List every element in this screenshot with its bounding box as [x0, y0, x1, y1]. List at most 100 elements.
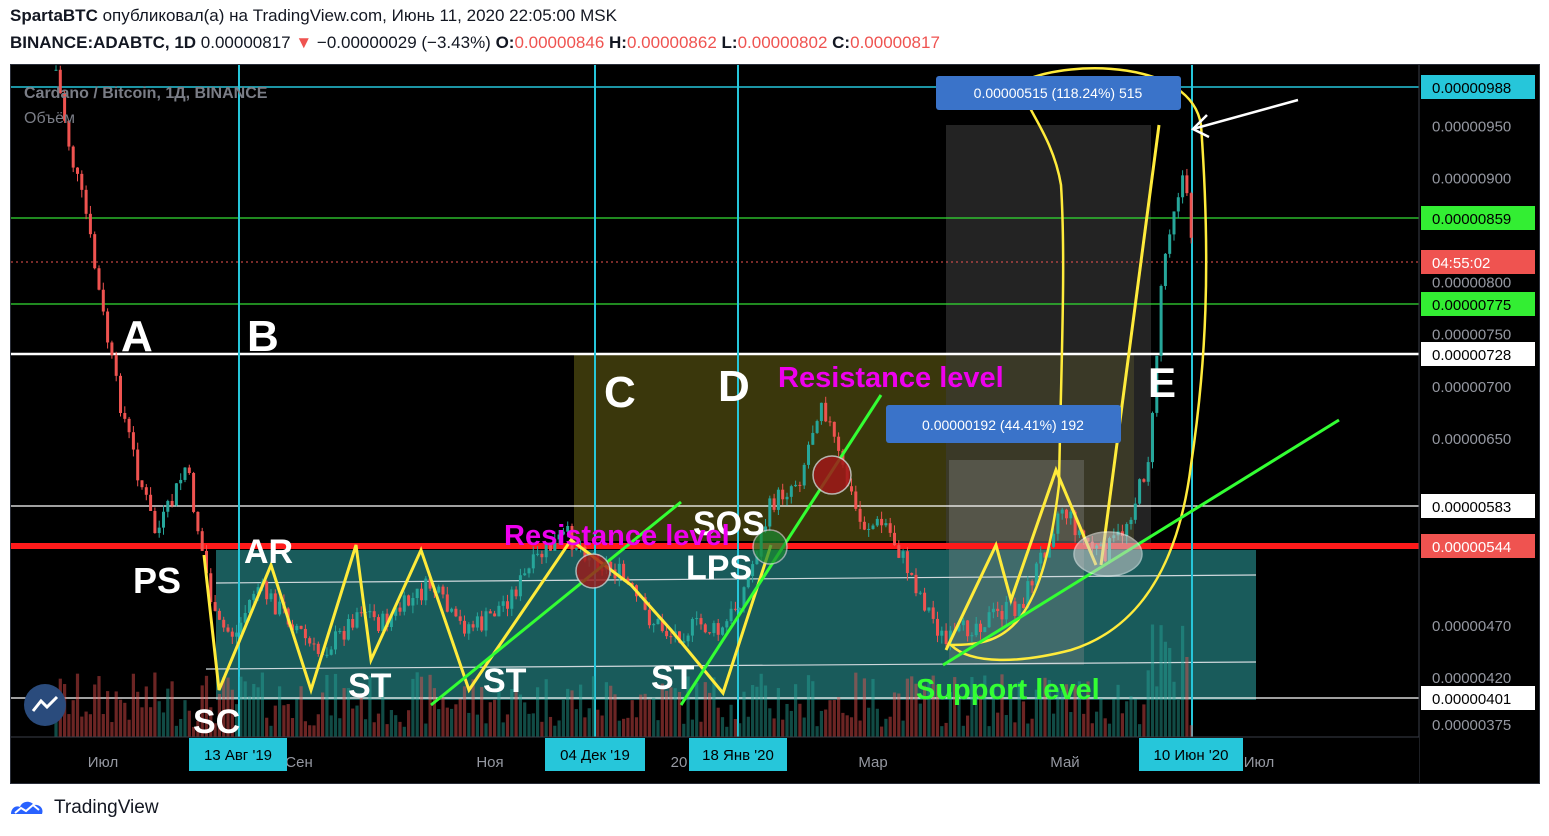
- volume-bar: [781, 719, 785, 737]
- volume-bar: [828, 700, 832, 737]
- volume-bar: [1159, 625, 1163, 737]
- volume-bar: [265, 717, 269, 737]
- volume-bar: [316, 714, 320, 737]
- tradingview-logo-icon[interactable]: [8, 796, 46, 820]
- volume-bar: [665, 690, 669, 737]
- candle-body: [970, 635, 974, 637]
- volume-bar: [695, 682, 699, 737]
- symbol-label[interactable]: BINANCE:ADABTC, 1D: [10, 33, 196, 52]
- candle-body: [402, 595, 406, 612]
- candle-body: [622, 563, 626, 579]
- volume-bar: [372, 722, 376, 737]
- volume-bar: [574, 709, 578, 737]
- candle-body: [140, 480, 144, 488]
- volume-bar: [785, 703, 789, 737]
- candle-body: [110, 342, 114, 356]
- candle-body: [1159, 285, 1163, 356]
- volume-bar: [1138, 724, 1142, 737]
- close-value: 0.00000817: [850, 33, 940, 52]
- volume-bar: [811, 681, 815, 737]
- volume-bar: [583, 717, 587, 737]
- volume-bar: [441, 697, 445, 737]
- candle-body: [174, 483, 178, 506]
- candle-body: [721, 627, 724, 635]
- volume-bar: [742, 691, 746, 737]
- price-tick-9: 0.00000375: [1432, 717, 1511, 734]
- measure-label-1: 0.00000515 (118.24%) 515: [974, 85, 1143, 101]
- candle-body: [1185, 175, 1189, 194]
- chart-legend-title: Cardano / Bitcoin, 1Д, BINANCE: [24, 85, 268, 102]
- candle-body: [106, 311, 110, 343]
- footer-brand[interactable]: TradingView: [54, 797, 159, 819]
- time-tick-nov: Ноя: [476, 754, 503, 771]
- candle-body: [789, 486, 793, 497]
- volume-bar: [798, 703, 802, 737]
- label-c: C: [604, 368, 636, 417]
- candle-body: [441, 586, 445, 595]
- volume-bar: [789, 710, 793, 737]
- candle-body: [187, 467, 191, 474]
- candle-body: [669, 636, 673, 638]
- author-name[interactable]: SpartaBTC: [10, 6, 98, 25]
- candle-body: [884, 523, 888, 526]
- price-tag-5: 0.00000583: [1432, 499, 1511, 516]
- volume-bar: [338, 718, 342, 737]
- volume-bar: [432, 688, 436, 737]
- volume-bar: [402, 726, 406, 737]
- volume-bar: [149, 707, 153, 737]
- candle-body: [1022, 603, 1025, 608]
- candle-body: [1060, 509, 1064, 514]
- volume-bar: [385, 724, 389, 737]
- last-price: 0.00000817: [200, 33, 291, 52]
- candle-body: [510, 589, 514, 609]
- volume-bar: [527, 713, 531, 737]
- volume-bar: [282, 705, 286, 737]
- candle-body: [974, 623, 978, 636]
- candle-body: [1065, 509, 1068, 519]
- volume-bar: [1142, 704, 1146, 737]
- candle-body: [338, 631, 342, 633]
- volume-bar: [716, 707, 720, 737]
- volume-bar: [557, 720, 561, 737]
- price-tick-7: 0.00000470: [1432, 618, 1511, 635]
- volume-bar: [1168, 647, 1172, 737]
- chart-panel[interactable]: 0.00000515 (118.24%) 515 0.00000192 (44.…: [10, 64, 1540, 784]
- candle-body: [316, 643, 320, 654]
- volume-bar: [450, 708, 454, 737]
- candle-body: [927, 607, 931, 611]
- candle-body: [931, 607, 935, 619]
- candle-body: [738, 607, 742, 610]
- candle-body: [200, 531, 204, 551]
- candle-body: [170, 500, 174, 506]
- volume-bar: [243, 681, 247, 737]
- price-tag-7: 0.00000401: [1432, 691, 1511, 708]
- time-tag-aug: 13 Авг '19: [204, 747, 272, 764]
- chart-svg[interactable]: 0.00000515 (118.24%) 515 0.00000192 (44.…: [11, 65, 1539, 783]
- volume-bar: [398, 721, 402, 737]
- volume-bar: [97, 676, 101, 737]
- candle-body: [527, 568, 531, 574]
- down-arrow-icon: ▼: [295, 33, 313, 52]
- volume-bar: [1185, 656, 1189, 737]
- volume-bar: [286, 704, 290, 737]
- candle-body: [325, 654, 329, 656]
- candle-body: [162, 511, 165, 528]
- price-tag-6: 0.00000544: [1432, 539, 1511, 556]
- candle-body: [463, 620, 466, 634]
- candle-body: [875, 518, 879, 526]
- candle-body: [1000, 611, 1004, 620]
- candle-body: [329, 649, 333, 655]
- published-text: опубликовал(а) на TradingView.com, Июнь …: [102, 6, 617, 25]
- volume-bar: [858, 720, 862, 737]
- candle-body: [131, 432, 135, 450]
- resistance-label-1: Resistance level: [778, 362, 1004, 394]
- volume-bar: [118, 699, 123, 737]
- candle-body: [467, 624, 471, 634]
- candle-body: [484, 611, 488, 631]
- candle-body: [656, 619, 660, 625]
- volume-bar: [849, 717, 854, 737]
- candle-body: [807, 444, 810, 465]
- volume-bar: [1150, 624, 1155, 737]
- volume-bar: [424, 723, 428, 737]
- volume-bar: [1172, 681, 1176, 737]
